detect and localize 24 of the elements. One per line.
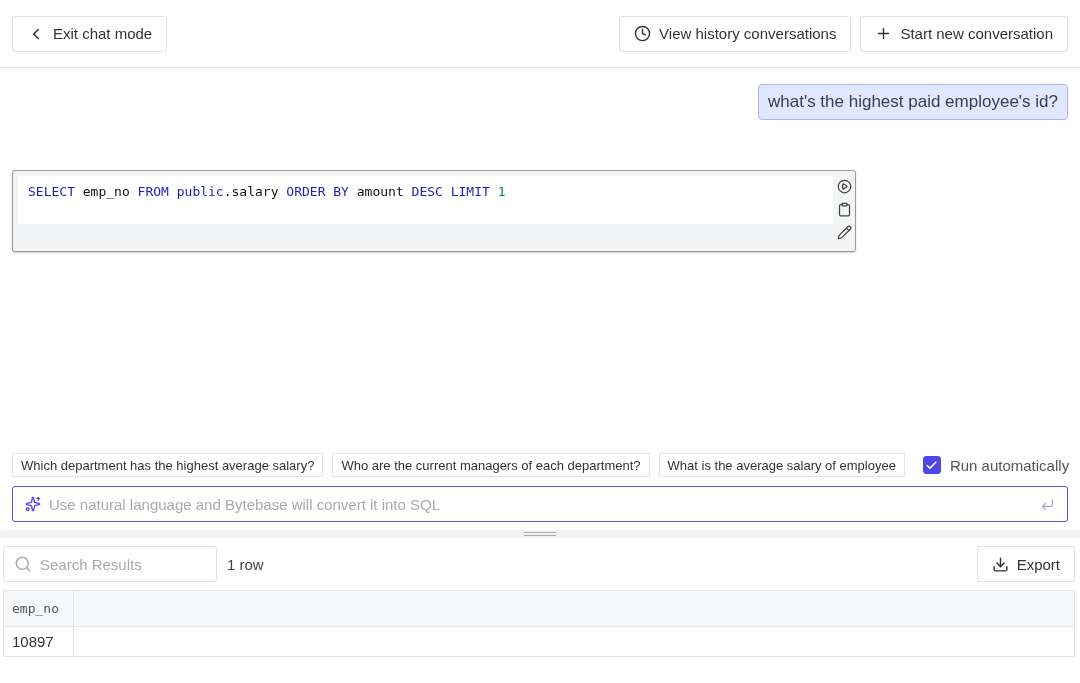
pencil-icon[interactable] — [836, 225, 852, 240]
export-button[interactable]: Export — [976, 546, 1075, 582]
new-conversation-button[interactable]: Start new conversation — [860, 15, 1068, 52]
search-icon — [14, 555, 32, 573]
search-field[interactable]: Search Results — [3, 546, 217, 582]
splitter-handle[interactable] — [0, 530, 1080, 538]
suggestion-chip[interactable]: Which department has the highest average salary? — [12, 453, 324, 477]
exit-chat-button[interactable]: Exit chat mode — [12, 15, 168, 52]
history-button[interactable]: View history conversations — [619, 15, 852, 52]
run-automatically-label: Run automatically — [949, 456, 1070, 474]
sql-code: SELECT emp_no FROM public.salary ORDER BY amount DESC LIMIT 1 — [18, 176, 833, 224]
clipboard-icon[interactable] — [836, 202, 852, 217]
column-header: emp_no — [3, 590, 74, 627]
row-count: 1 row — [227, 555, 264, 573]
sparkle-icon — [25, 496, 41, 512]
user-message: what's the highest paid employee's id? — [758, 84, 1068, 120]
check-icon — [925, 458, 939, 472]
run-icon[interactable] — [836, 179, 852, 194]
clock-icon — [634, 25, 652, 42]
run-automatically-checkbox[interactable] — [922, 456, 941, 474]
suggestion-chip[interactable]: Who are the current managers of each department? — [332, 453, 650, 477]
suggestion-chip[interactable]: What is the average salary of employee — [658, 453, 905, 477]
download-icon — [991, 555, 1009, 573]
table-cell: 10897 — [3, 626, 74, 657]
